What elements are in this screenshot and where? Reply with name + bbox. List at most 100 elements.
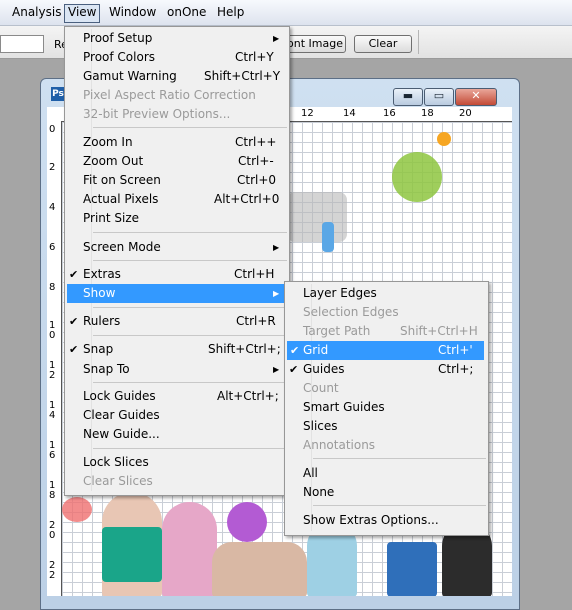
submenu-item-annotations[interactable]: Annotations (285, 436, 486, 455)
menu-item-gamut-warning[interactable]: Gamut Warning Shift+Ctrl+Y (65, 67, 287, 86)
ruler-tick-label: 16 (383, 108, 396, 119)
menu-view[interactable]: View (64, 4, 101, 23)
menu-item-label: Guides (303, 362, 345, 376)
menu-item-shortcut: Ctrl+H (234, 267, 275, 281)
menu-item-label: 32-bit Preview Options... (83, 107, 231, 121)
menu-item-snap[interactable]: ✔ Snap Shift+Ctrl+; (65, 340, 287, 359)
front-image-button[interactable]: ont Image (284, 35, 346, 53)
menu-item-shortcut: Ctrl+R (236, 314, 276, 328)
menu-item-label: Layer Edges (303, 286, 377, 300)
ruler-tick-label: 14 (343, 108, 356, 119)
menu-item-shortcut: Ctrl+0 (237, 173, 277, 187)
menu-item-label: Lock Guides (83, 389, 156, 403)
menu-divider (313, 505, 486, 506)
menu-item-label: Pixel Aspect Ratio Correction (83, 88, 256, 102)
menu-item-shortcut: Shift+Ctrl+Y (204, 69, 281, 83)
menu-item-label: Fit on Screen (83, 173, 161, 187)
blue-book (387, 542, 437, 596)
menu-item-shortcut: Shift+Ctrl+H (400, 324, 478, 338)
menu-item-zoom-out[interactable]: Zoom Out Ctrl+- (65, 152, 287, 171)
menu-item-actual-pixels[interactable]: Actual Pixels Alt+Ctrl+0 (65, 190, 287, 209)
submenu-item-all[interactable]: All (285, 464, 486, 483)
ruler-tick-label: 2 (49, 162, 56, 173)
menu-divider (93, 448, 287, 449)
menu-item-shortcut: Ctrl+; (438, 362, 474, 376)
menu-item-label: Annotations (303, 438, 376, 452)
menu-item-32bit-preview[interactable]: 32-bit Preview Options... (65, 105, 287, 124)
menu-item-label: Count (303, 381, 339, 395)
submenu-arrow-icon: ▶ (273, 289, 280, 298)
menu-item-pixel-aspect-ratio[interactable]: Pixel Aspect Ratio Correction (65, 86, 287, 105)
figure-illustration (322, 222, 334, 252)
menu-window[interactable]: Window (106, 4, 159, 21)
close-button[interactable]: ✕ (455, 88, 497, 106)
menu-item-lock-guides[interactable]: Lock Guides Alt+Ctrl+; (65, 387, 287, 406)
checkmark-icon: ✔ (290, 344, 300, 357)
submenu-item-count[interactable]: Count (285, 379, 486, 398)
menu-analysis[interactable]: Analysis (9, 4, 64, 21)
ruler-tick-label: 8 (49, 282, 56, 293)
ruler-tick-label: 1 4 (49, 400, 56, 421)
menu-divider (93, 307, 287, 308)
submenu-item-none[interactable]: None (285, 483, 486, 502)
menu-bar: Analysis View Window onOne Help (0, 0, 572, 26)
menu-item-label: Proof Setup (83, 31, 153, 45)
menu-item-shortcut: Shift+Ctrl+; (208, 342, 281, 356)
submenu-item-show-extras-options[interactable]: Show Extras Options... (285, 511, 486, 530)
minimize-button[interactable]: ▬ (393, 88, 423, 106)
submenu-item-smart-guides[interactable]: Smart Guides (285, 398, 486, 417)
clear-button[interactable]: Clear (354, 35, 412, 53)
menu-item-clear-guides[interactable]: Clear Guides (65, 406, 287, 425)
menu-item-label: Screen Mode (83, 240, 161, 254)
show-submenu: Layer Edges Selection Edges Target Path … (284, 281, 489, 536)
submenu-item-grid[interactable]: ✔ Grid Ctrl+' (287, 341, 484, 360)
ruler-tick-label: 2 2 (49, 560, 56, 581)
menu-item-proof-setup[interactable]: Proof Setup ▶ (65, 29, 287, 48)
menu-help[interactable]: Help (214, 4, 247, 21)
menu-item-shortcut: Ctrl+Y (235, 50, 274, 64)
submenu-item-slices[interactable]: Slices (285, 417, 486, 436)
submenu-arrow-icon: ▶ (273, 34, 280, 43)
menu-item-label: Smart Guides (303, 400, 385, 414)
photoshop-app-icon: Ps (51, 87, 65, 101)
menu-item-extras[interactable]: ✔ Extras Ctrl+H (65, 265, 287, 284)
photo-person (162, 502, 217, 596)
menu-item-snap-to[interactable]: Snap To ▶ (65, 360, 287, 379)
menu-onone[interactable]: onOne (164, 4, 209, 21)
menu-item-show[interactable]: Show ▶ (67, 284, 285, 303)
menu-item-label: New Guide... (83, 427, 160, 441)
menu-item-label: Lock Slices (83, 455, 149, 469)
option-input-field[interactable] (0, 35, 44, 53)
menu-item-proof-colors[interactable]: Proof Colors Ctrl+Y (65, 48, 287, 67)
menu-divider (93, 127, 287, 128)
menu-item-label: Rulers (83, 314, 121, 328)
ruler-tick-label: 1 8 (49, 480, 56, 501)
maximize-button[interactable]: ▭ (424, 88, 454, 106)
menu-item-label: Show (83, 286, 116, 300)
menu-item-print-size[interactable]: Print Size (65, 209, 287, 228)
submenu-item-target-path[interactable]: Target Path Shift+Ctrl+H (285, 322, 486, 341)
menu-item-new-guide[interactable]: New Guide... (65, 425, 287, 444)
menu-item-shortcut: Ctrl+- (238, 154, 274, 168)
menu-item-screen-mode[interactable]: Screen Mode ▶ (65, 238, 287, 257)
menu-item-rulers[interactable]: ✔ Rulers Ctrl+R (65, 312, 287, 331)
menu-item-zoom-in[interactable]: Zoom In Ctrl++ (65, 133, 287, 152)
submenu-item-guides[interactable]: ✔ Guides Ctrl+; (285, 360, 486, 379)
menu-item-label: Clear Guides (83, 408, 160, 422)
submenu-item-layer-edges[interactable]: Layer Edges (285, 284, 486, 303)
ruler-tick-label: 1 6 (49, 440, 56, 461)
menu-item-label: All (303, 466, 318, 480)
menu-item-label: Gamut Warning (83, 69, 177, 83)
submenu-item-selection-edges[interactable]: Selection Edges (285, 303, 486, 322)
left-ruler[interactable]: 0 2 4 6 8 1 0 1 2 1 4 1 6 1 8 2 0 2 2 (47, 121, 62, 596)
ruler-tick-label: 6 (49, 242, 56, 253)
menu-item-fit-on-screen[interactable]: Fit on Screen Ctrl+0 (65, 171, 287, 190)
menu-item-lock-slices[interactable]: Lock Slices (65, 453, 287, 472)
menu-divider (93, 382, 287, 383)
ruler-tick-label: 1 0 (49, 320, 56, 341)
checkmark-icon: ✔ (69, 268, 79, 281)
menu-item-label: Selection Edges (303, 305, 399, 319)
menu-item-clear-slices[interactable]: Clear Slices (65, 472, 287, 491)
photo-person (212, 542, 307, 596)
menu-divider (93, 260, 287, 261)
